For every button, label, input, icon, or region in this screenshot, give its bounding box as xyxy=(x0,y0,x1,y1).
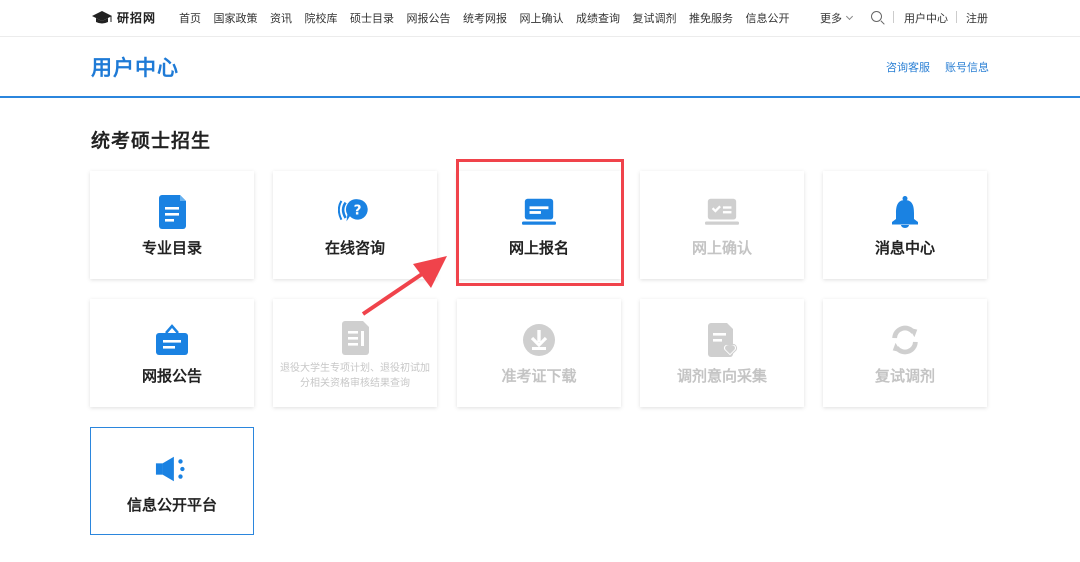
top-nav: 研招网 首页 国家政策 资讯 院校库 硕士目录 网报公告 统考网报 网上确认 成… xyxy=(0,0,1080,36)
nav-item-home[interactable]: 首页 xyxy=(179,10,201,26)
card-adjustment-collect[interactable]: 调剂意向采集 xyxy=(640,299,804,407)
bell-icon xyxy=(888,195,922,229)
divider xyxy=(956,11,957,23)
card-label: 专业目录 xyxy=(141,239,202,257)
header-divider xyxy=(0,96,1080,98)
speaker-icon xyxy=(155,452,189,486)
download-icon xyxy=(522,323,556,357)
nav-item-disclosure[interactable]: 信息公开 xyxy=(746,10,790,26)
nav-item-adjust[interactable]: 复试调剂 xyxy=(633,10,677,26)
checklist-laptop-icon xyxy=(705,195,739,229)
card-major-catalog[interactable]: 专业目录 xyxy=(90,171,254,279)
svg-text:?: ? xyxy=(354,203,362,219)
card-registration-notice[interactable]: 网报公告 xyxy=(90,299,254,407)
nav-more[interactable]: 更多 xyxy=(820,10,854,26)
card-label: 复试调剂 xyxy=(874,367,935,385)
heart-document-icon xyxy=(705,323,739,357)
chevron-down-icon xyxy=(845,12,854,21)
list-document-icon xyxy=(338,321,372,355)
card-label: 消息中心 xyxy=(874,239,935,257)
nav-item-catalog[interactable]: 硕士目录 xyxy=(350,10,394,26)
section-title: 统考硕士招生 xyxy=(91,130,212,152)
arrow-icon xyxy=(361,256,447,316)
document-icon xyxy=(155,195,189,229)
card-label: 准考证下载 xyxy=(501,367,577,385)
refresh-icon xyxy=(888,323,922,357)
nav-item-policy[interactable]: 国家政策 xyxy=(214,10,258,26)
nav-item-notice[interactable]: 网报公告 xyxy=(407,10,451,26)
nav-item-scores[interactable]: 成绩查询 xyxy=(576,10,620,26)
card-label: 调剂意向采集 xyxy=(676,367,767,385)
site-logo[interactable]: 研招网 xyxy=(91,9,156,26)
question-chat-icon: ? xyxy=(338,195,372,229)
card-message-center[interactable]: 消息中心 xyxy=(823,171,987,279)
card-label: 网报公告 xyxy=(141,367,202,385)
nav-item-exempt[interactable]: 推免服务 xyxy=(689,10,733,26)
highlight-box xyxy=(456,159,624,286)
user-center-link[interactable]: 用户中心 xyxy=(904,10,948,26)
logo-text: 研招网 xyxy=(117,11,157,25)
card-admission-ticket[interactable]: 准考证下载 xyxy=(457,299,621,407)
graduation-cap-icon xyxy=(92,10,112,23)
nav-item-schools[interactable]: 院校库 xyxy=(305,10,338,26)
divider xyxy=(893,11,894,23)
nav-item-news[interactable]: 资讯 xyxy=(270,10,292,26)
nav-divider xyxy=(0,36,1080,37)
nav-item-confirm[interactable]: 网上确认 xyxy=(520,10,564,26)
nav-item-registration[interactable]: 统考网报 xyxy=(463,10,507,26)
card-info-platform[interactable]: 信息公开平台 xyxy=(90,427,254,535)
register-link[interactable]: 注册 xyxy=(966,10,988,26)
consult-service-link[interactable]: 咨询客服 xyxy=(886,59,930,75)
nav-more-label: 更多 xyxy=(820,12,842,25)
card-label: 网上确认 xyxy=(691,239,752,257)
card-retest-adjust[interactable]: 复试调剂 xyxy=(823,299,987,407)
account-info-link[interactable]: 账号信息 xyxy=(945,59,989,75)
search-icon[interactable] xyxy=(871,11,882,22)
card-label: 信息公开平台 xyxy=(126,496,217,514)
nav-menu: 首页 国家政策 资讯 院校库 硕士目录 网报公告 统考网报 网上确认 成绩查询 … xyxy=(179,10,802,26)
notice-board-icon xyxy=(155,323,189,357)
page-title: 用户中心 xyxy=(91,56,179,80)
card-label: 退役大学生专项计划、退役初试加分相关资格审核结果查询 xyxy=(280,363,430,389)
card-online-confirm[interactable]: 网上确认 xyxy=(640,171,804,279)
